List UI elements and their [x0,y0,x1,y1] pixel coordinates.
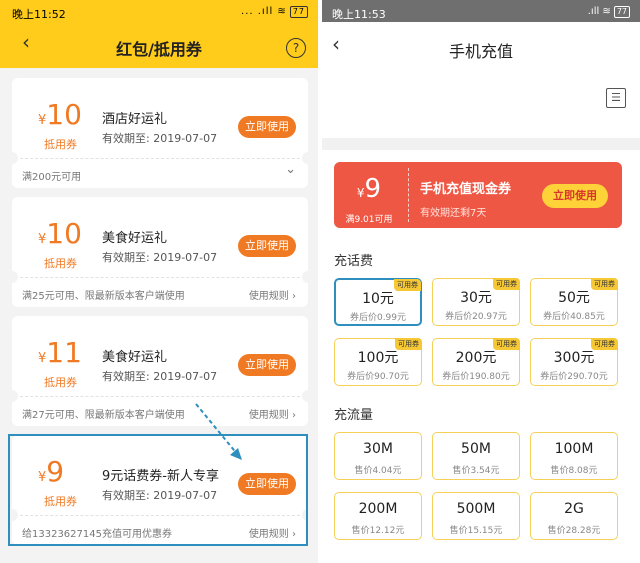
recharge-option[interactable]: 可用券 300元 券后价290.70元 [530,338,618,386]
banner-name: 手机充值现金券 [420,182,512,197]
phone-recharge-screen: 晚上11:53 .ıll ≋ 77 ‹ 手机充值 ☰ ¥9 满9.01可用 手机充… [322,0,640,563]
recharge-option[interactable]: 可用券 100元 券后价90.70元 [334,338,422,386]
page-title: 手机充值 [448,42,513,61]
status-time: 晚上11:53 [332,8,386,21]
data-option[interactable]: 2G 售价28.28元 [530,492,618,540]
data-option[interactable]: 100M 售价8.08元 [530,432,618,480]
recharge-section-title: 充话费 [334,254,374,269]
recharge-option[interactable]: 可用券 10元 券后价0.99元 [334,278,422,326]
signal-wifi-icon: .ıll ≋ 77 [588,6,630,18]
banner-validity: 有效期还剩7天 [420,208,487,219]
data-option[interactable]: 30M 售价4.04元 [334,432,422,480]
data-option[interactable]: 200M 售价12.12元 [334,492,422,540]
banner-amount: ¥9 [356,174,382,204]
recharge-option[interactable]: 可用券 30元 券后价20.97元 [432,278,520,326]
data-option[interactable]: 50M 售价3.54元 [432,432,520,480]
cash-coupon-banner[interactable]: ¥9 满9.01可用 手机充值现金券 有效期还剩7天 立即使用 [334,162,622,228]
coupon-list-screen: 晚上11:52 ... .ıll ≋ 77 ‹ 红包/抵用券 ? ¥10 抵用券 … [0,0,318,563]
battery-icon: 77 [613,6,630,18]
recharge-option[interactable]: 可用券 50元 券后价40.85元 [530,278,618,326]
data-section-title: 充流量 [334,408,374,423]
recharge-option[interactable]: 可用券 200元 券后价190.80元 [432,338,520,386]
banner-condition: 满9.01可用 [345,215,393,225]
status-bar: 晚上11:53 .ıll ≋ 77 [322,0,640,22]
use-now-button[interactable]: 立即使用 [542,184,608,208]
data-option[interactable]: 500M 售价15.15元 [432,492,520,540]
contact-book-icon[interactable]: ☰ [606,88,626,108]
annotation-arrow [195,403,242,460]
